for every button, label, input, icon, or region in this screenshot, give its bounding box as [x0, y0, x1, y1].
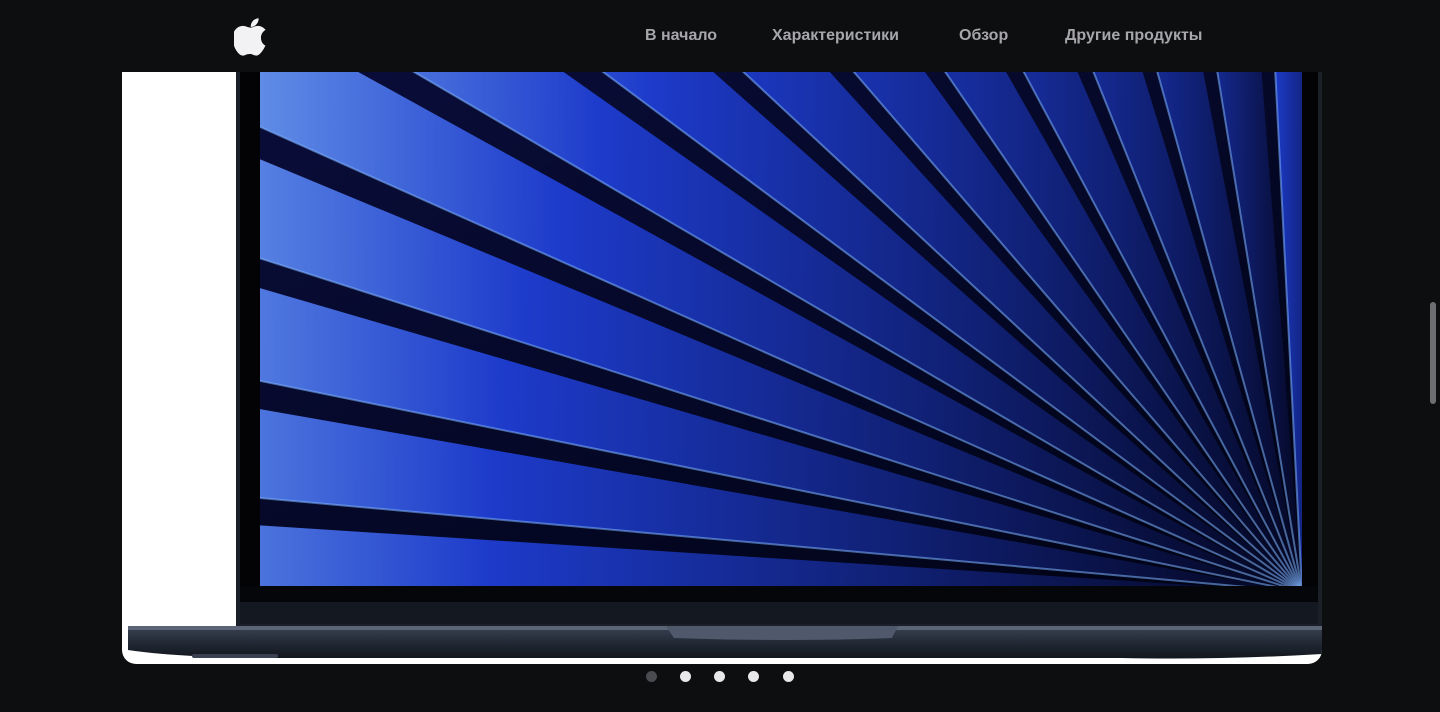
top-nav-bar: В начало Характеристики Обзор Другие про…	[0, 0, 1440, 72]
nav-link-other-products[interactable]: Другие продукты	[1065, 26, 1202, 46]
nav-link-specs[interactable]: Характеристики	[772, 26, 899, 46]
carousel-pagination	[0, 671, 1440, 683]
carousel-dot-4[interactable]	[748, 671, 759, 682]
carousel-dot-3[interactable]	[714, 671, 725, 682]
macbook-product-image	[128, 72, 1322, 659]
page: В начало Характеристики Обзор Другие про…	[0, 0, 1440, 712]
apple-logo-icon[interactable]	[232, 16, 270, 56]
carousel-dot-2[interactable]	[680, 671, 691, 682]
carousel-dot-5[interactable]	[783, 671, 794, 682]
nav-link-overview[interactable]: Обзор	[959, 26, 1008, 46]
nav-link-home[interactable]: В начало	[645, 26, 717, 46]
carousel-dot-1[interactable]	[646, 671, 657, 682]
scrollbar-thumb[interactable]	[1430, 302, 1436, 404]
page-scrollbar[interactable]	[1426, 0, 1440, 712]
product-image-carousel[interactable]	[122, 72, 1322, 664]
